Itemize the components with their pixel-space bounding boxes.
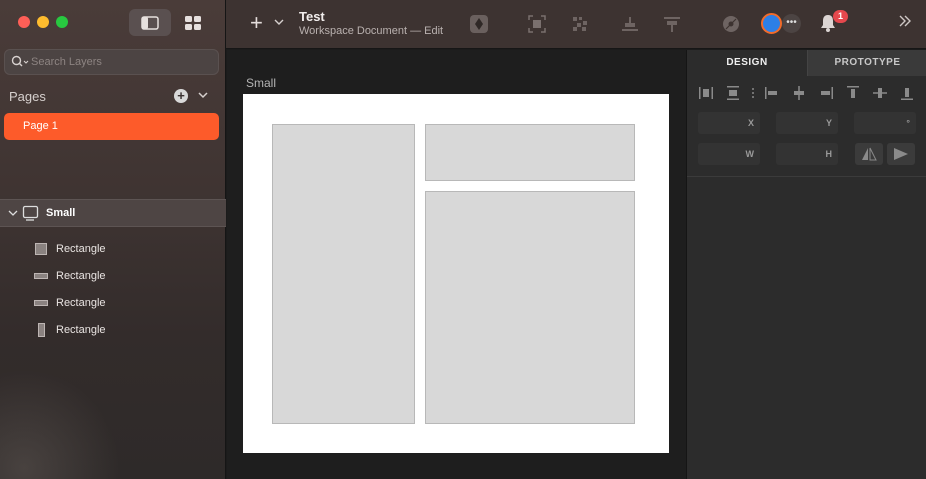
layer-label: Rectangle: [56, 242, 106, 255]
distribute-horizontal-icon: [699, 87, 713, 99]
boolean-button[interactable]: [661, 13, 683, 35]
chevron-down-icon[interactable]: [197, 89, 209, 101]
layer-item[interactable]: Rectangle: [0, 262, 226, 289]
toolbar: + Test Workspace Document — Edit ••• 1: [226, 0, 926, 49]
search-input[interactable]: [31, 56, 211, 68]
align-left-button[interactable]: [764, 84, 780, 102]
artboard-icon: [22, 205, 39, 221]
pages-heading: Pages: [9, 89, 46, 104]
search-layers-field[interactable]: [4, 49, 219, 75]
layers-sidebar: Pages + Page 1 Small Rectangle Rectangle…: [0, 0, 226, 479]
layer-item[interactable]: Rectangle: [0, 235, 226, 262]
rectangle-wide-icon: [34, 296, 48, 310]
search-icon: [11, 55, 29, 69]
align-center-horizontal-icon: [794, 86, 804, 100]
rectangle-tall-icon: [34, 322, 48, 337]
tab-design[interactable]: DESIGN: [687, 50, 807, 76]
align-top-icon: [664, 17, 680, 32]
align-top-button[interactable]: [845, 84, 861, 102]
alignment-toolbar: [687, 84, 926, 104]
rotation-field[interactable]: °: [854, 112, 916, 134]
vertical-dots-icon: [752, 88, 754, 98]
x-position-field[interactable]: X: [698, 112, 760, 134]
zoom-window-button[interactable]: [56, 16, 68, 28]
layer-label: Rectangle: [56, 323, 106, 336]
flip-horizontal-button[interactable]: [855, 143, 883, 165]
distribute-button[interactable]: [619, 13, 641, 35]
insert-button[interactable]: +: [250, 12, 263, 34]
artboard-layer-label: Small: [46, 207, 76, 219]
flip-vertical-icon: [894, 148, 908, 160]
layers-view-icon: [141, 15, 159, 30]
align-middle-icon: [873, 88, 887, 98]
layer-item[interactable]: Rectangle: [0, 289, 226, 316]
notification-badge: 1: [833, 10, 848, 23]
close-window-button[interactable]: [18, 16, 30, 28]
inspector-panel: DESIGN PROTOTYPE X Y ° W H: [686, 50, 926, 479]
distribute-vertical-icon: [727, 86, 739, 100]
rectangle-shape[interactable]: [425, 191, 635, 424]
create-symbol-button[interactable]: [526, 13, 548, 35]
align-bottom-icon: [622, 17, 638, 31]
layer-label: Rectangle: [56, 296, 106, 309]
align-top-icon: [847, 86, 859, 98]
frame-icon: [528, 15, 546, 33]
layers-view-button[interactable]: [129, 9, 171, 36]
page-item-1[interactable]: Page 1: [4, 113, 219, 140]
components-view-button[interactable]: [172, 9, 214, 36]
align-right-icon: [821, 87, 833, 99]
artboard-title[interactable]: Small: [246, 76, 276, 90]
user-avatar[interactable]: [761, 13, 782, 34]
artboard[interactable]: [243, 94, 669, 453]
document-title: Test: [299, 9, 325, 24]
inspector-divider: [687, 176, 926, 177]
align-left-icon: [765, 87, 777, 99]
add-page-button[interactable]: +: [174, 89, 188, 103]
mask-button[interactable]: [569, 13, 591, 35]
rectangle-shape[interactable]: [425, 124, 635, 181]
grid-icon: [185, 15, 201, 30]
canvas[interactable]: Small: [227, 50, 686, 479]
minimize-window-button[interactable]: [37, 16, 49, 28]
preview-button[interactable]: [720, 13, 742, 35]
inspector-tabs: DESIGN PROTOTYPE: [687, 50, 926, 76]
height-field[interactable]: H: [776, 143, 838, 165]
flip-vertical-button[interactable]: [887, 143, 915, 165]
align-center-horizontal-button[interactable]: [791, 84, 807, 102]
layer-item[interactable]: Rectangle: [0, 316, 226, 343]
artboard-layer-row[interactable]: Small: [0, 199, 226, 227]
width-field[interactable]: W: [698, 143, 760, 165]
flip-horizontal-icon: [862, 147, 877, 161]
distribute-vertical-button[interactable]: [725, 84, 741, 102]
chevron-down-icon[interactable]: [274, 17, 284, 27]
double-chevron-right-icon: [899, 15, 911, 27]
symbol-button[interactable]: [468, 13, 490, 35]
align-bottom-button[interactable]: [899, 84, 915, 102]
rectangle-shape[interactable]: [272, 124, 415, 424]
layer-label: Rectangle: [56, 269, 106, 282]
align-middle-button[interactable]: [872, 84, 888, 102]
rectangle-wide-icon: [34, 269, 48, 283]
rectangle-square-icon: [34, 242, 48, 256]
align-bottom-icon: [901, 88, 913, 100]
document-subtitle[interactable]: Workspace Document — Edit: [299, 25, 443, 37]
more-collaborators-button[interactable]: •••: [782, 14, 801, 33]
distribute-horizontal-button[interactable]: [698, 84, 714, 102]
app-window: Pages + Page 1 Small Rectangle Rectangle…: [0, 0, 926, 479]
mask-icon: [573, 17, 587, 31]
tab-prototype[interactable]: PROTOTYPE: [807, 50, 926, 76]
disc-icon: [723, 16, 739, 32]
more-alignment-button[interactable]: [745, 84, 761, 102]
y-position-field[interactable]: Y: [776, 112, 838, 134]
align-right-button[interactable]: [818, 84, 834, 102]
expand-inspector-button[interactable]: [898, 14, 912, 32]
chevron-down-icon[interactable]: [8, 208, 18, 218]
symbol-icon: [470, 15, 488, 33]
